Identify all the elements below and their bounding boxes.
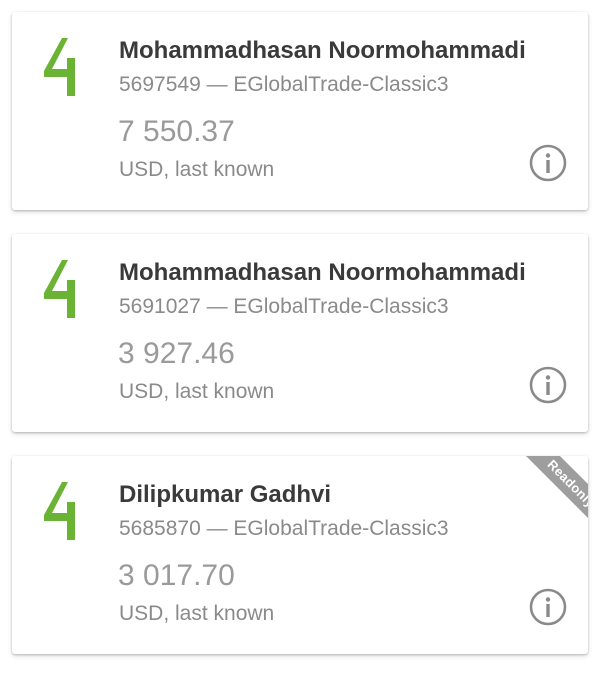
readonly-ribbon: Readonly bbox=[498, 456, 588, 546]
account-card[interactable]: Mohammadhasan Noormohammadi 5697549 — EG… bbox=[12, 12, 588, 210]
account-balance: 3 927.46 bbox=[118, 337, 235, 370]
broker-logo-icon bbox=[44, 482, 75, 540]
account-card[interactable]: Dilipkumar Gadhvi 5685870 — EGlobalTrade… bbox=[12, 456, 588, 654]
currency-note: USD, last known bbox=[119, 380, 275, 403]
account-name: Mohammadhasan Noormohammadi bbox=[119, 37, 526, 64]
broker-logo-icon bbox=[44, 38, 75, 96]
info-circle-icon[interactable] bbox=[528, 365, 568, 405]
account-list: Mohammadhasan Noormohammadi 5697549 — EG… bbox=[0, 0, 600, 673]
account-details: 5697549 — EGlobalTrade-Classic3 bbox=[119, 73, 449, 96]
account-name: Mohammadhasan Noormohammadi bbox=[119, 259, 526, 286]
account-balance: 7 550.37 bbox=[118, 115, 235, 148]
info-circle-icon[interactable] bbox=[528, 587, 568, 627]
account-name: Dilipkumar Gadhvi bbox=[119, 481, 332, 508]
broker-logo-icon bbox=[44, 260, 75, 318]
readonly-badge: Readonly bbox=[516, 456, 588, 539]
account-details: 5691027 — EGlobalTrade-Classic3 bbox=[119, 295, 449, 318]
currency-note: USD, last known bbox=[119, 158, 275, 181]
account-card[interactable]: Mohammadhasan Noormohammadi 5691027 — EG… bbox=[12, 234, 588, 432]
currency-note: USD, last known bbox=[119, 602, 275, 625]
account-balance: 3 017.70 bbox=[118, 559, 235, 592]
info-circle-icon[interactable] bbox=[528, 143, 568, 183]
account-details: 5685870 — EGlobalTrade-Classic3 bbox=[119, 517, 449, 540]
